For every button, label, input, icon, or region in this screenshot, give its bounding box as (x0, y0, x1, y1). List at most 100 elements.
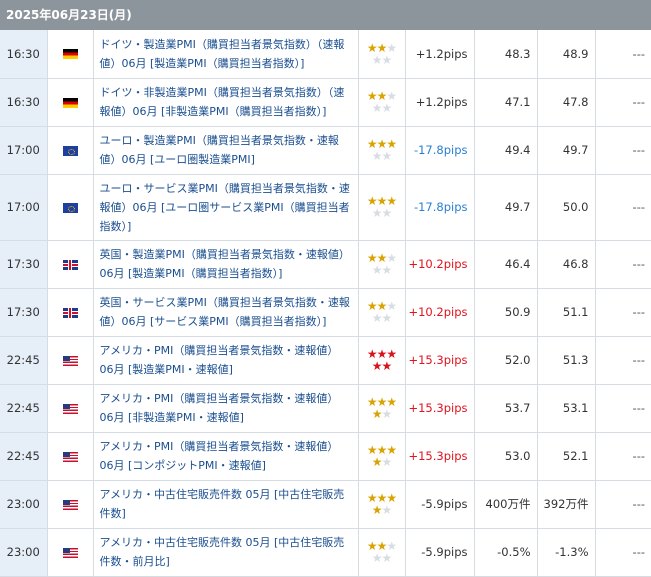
star-icon: ★★ (371, 52, 392, 67)
pips-change: -17.8pips (405, 126, 475, 175)
table-row: 22:45 アメリカ・PMI（購買担当者景気指数・速報値）06月 [非製造業PMI… (0, 384, 651, 433)
star-icon: ★ (371, 503, 383, 517)
eu-flag-icon (62, 202, 78, 213)
event-time: 17:30 (0, 240, 48, 289)
star-icon: ★★ (371, 206, 392, 220)
previous-value: 53.0 (474, 432, 538, 481)
previous-value: 49.4 (474, 126, 538, 175)
previous-value: 400万件 (474, 480, 538, 529)
actual-value: --- (595, 336, 651, 385)
forecast-value: 47.8 (537, 78, 596, 127)
forecast-value: 50.0 (537, 174, 596, 241)
forecast-value: 48.9 (537, 30, 596, 79)
importance-stars: ★★★ ★★ (358, 30, 406, 79)
event-link[interactable]: ユーロ・サービス業PMI（購買担当者景気指数・速報値）06月 [ユーロ圏サービス… (100, 182, 350, 233)
pips-change: +15.3pips (405, 384, 475, 433)
forecast-value: 46.8 (537, 240, 596, 289)
forecast-value: -1.3% (537, 528, 596, 577)
eu-flag-icon (62, 145, 78, 156)
forecast-value: 49.7 (537, 126, 596, 175)
star-icon: ★ (371, 455, 383, 469)
table-row: 22:45 アメリカ・PMI（購買担当者景気指数・速報値）06月 [コンポジットP… (0, 432, 651, 481)
previous-value: 53.7 (474, 384, 538, 433)
previous-value: 48.3 (474, 30, 538, 79)
event-time: 23:00 (0, 480, 48, 529)
pips-change: +15.3pips (405, 432, 475, 481)
pips-change: +1.2pips (405, 78, 475, 127)
forecast-value: 51.3 (537, 336, 596, 385)
table-row: 23:00 アメリカ・中古住宅販売件数 05月 [中古住宅販売件数・前月比] ★★★… (0, 528, 651, 577)
star-icon: ★★ (371, 551, 392, 565)
event-link[interactable]: ユーロ・製造業PMI（購買担当者景気指数・速報値）06月 [ユーロ圏製造業PMI… (100, 134, 339, 166)
event-time: 22:45 (0, 432, 48, 481)
importance-stars: ★★★ ★★ (358, 126, 406, 175)
table-row: 22:45 アメリカ・PMI（購買担当者景気指数・速報値）06月 [製造業PMI・… (0, 336, 651, 385)
star-icon: ★★ (371, 101, 392, 115)
table-row: 17:30 英国・製造業PMI（購買担当者景気指数・速報値）06月 [製造業PMI… (0, 240, 651, 289)
us-flag-icon (62, 403, 78, 414)
previous-value: 47.1 (474, 78, 538, 127)
actual-value: --- (595, 288, 651, 337)
economic-calendar-table: 16:30 ドイツ・製造業PMI（購買担当者景気指数）（速報値）06月 [製造業P… (0, 30, 651, 577)
previous-value: -0.5% (474, 528, 538, 577)
table-row: 16:30 ドイツ・非製造業PMI（購買担当者景気指数）（速報値）06月 [非製造… (0, 78, 651, 127)
event-time: 22:45 (0, 336, 48, 385)
actual-value: --- (595, 126, 651, 175)
actual-value: --- (595, 240, 651, 289)
event-link[interactable]: アメリカ・中古住宅販売件数 05月 [中古住宅販売件数] (100, 488, 345, 520)
event-time: 16:30 (0, 78, 48, 127)
star-icon: ★ (371, 407, 383, 421)
star-icon: ★★ (371, 149, 392, 163)
actual-value: --- (595, 30, 651, 79)
event-link[interactable]: アメリカ・PMI（購買担当者景気指数・速報値）06月 [非製造業PMI・速報値] (100, 392, 339, 424)
star-icon: ★★ (371, 311, 392, 325)
event-time: 16:30 (0, 30, 48, 79)
previous-value: 50.9 (474, 288, 538, 337)
pips-change: +15.3pips (405, 336, 475, 385)
actual-value: --- (595, 174, 651, 241)
previous-value: 52.0 (474, 336, 538, 385)
event-link[interactable]: アメリカ・PMI（購買担当者景気指数・速報値）06月 [コンポジットPMI・速報… (100, 440, 339, 472)
event-time: 17:00 (0, 174, 48, 241)
previous-value: 49.7 (474, 174, 538, 241)
event-time: 23:00 (0, 528, 48, 577)
table-row: 23:00 アメリカ・中古住宅販売件数 05月 [中古住宅販売件数] ★★★ ★★ -5… (0, 480, 651, 529)
forecast-value: 53.1 (537, 384, 596, 433)
importance-stars: ★★★ ★★ (358, 528, 406, 577)
importance-stars: ★★★ ★★ (358, 240, 406, 289)
uk-flag-icon (62, 307, 78, 318)
actual-value: --- (595, 432, 651, 481)
event-link[interactable]: ドイツ・非製造業PMI（購買担当者景気指数）（速報値）06月 [非製造業PMI（… (100, 86, 345, 118)
table-row: 17:00 ユーロ・製造業PMI（購買担当者景気指数・速報値）06月 [ユーロ圏製… (0, 126, 651, 175)
importance-stars: ★★★ ★★ (358, 288, 406, 337)
event-link[interactable]: 英国・サービス業PMI（購買担当者景気指数・速報値）06月 [サービス業PMI（… (100, 296, 350, 328)
importance-stars: ★★★ ★★ (358, 480, 406, 529)
date-header: 2025年06月23日(月) (0, 0, 651, 30)
pips-change: +10.2pips (405, 240, 475, 289)
event-link[interactable]: ドイツ・製造業PMI（購買担当者景気指数）（速報値）06月 [製造業PMI（購買… (100, 38, 345, 70)
event-link[interactable]: アメリカ・PMI（購買担当者景気指数・速報値）06月 [製造業PMI・速報値] (100, 344, 339, 376)
us-flag-icon (62, 547, 78, 558)
us-flag-icon (62, 499, 78, 510)
importance-stars: ★★★ ★★ (358, 78, 406, 127)
us-flag-icon (62, 355, 78, 366)
actual-value: --- (595, 384, 651, 433)
star-icon: ★ (381, 503, 393, 517)
actual-value: --- (595, 528, 651, 577)
pips-change: +1.2pips (405, 30, 475, 79)
pips-change: -17.8pips (405, 174, 475, 241)
event-link[interactable]: 英国・製造業PMI（購買担当者景気指数・速報値）06月 [製造業PMI（購買担当… (100, 248, 350, 280)
actual-value: --- (595, 78, 651, 127)
actual-value: --- (595, 480, 651, 529)
pips-change: -5.9pips (405, 480, 475, 529)
germany-flag-icon (62, 49, 78, 60)
star-icon: ★★ (371, 359, 392, 373)
us-flag-icon (62, 451, 78, 462)
importance-stars: ★★★ ★★ (358, 384, 406, 433)
pips-change: +10.2pips (405, 288, 475, 337)
previous-value: 46.4 (474, 240, 538, 289)
forecast-value: 51.1 (537, 288, 596, 337)
importance-stars: ★★★ ★★ (358, 336, 406, 385)
event-link[interactable]: アメリカ・中古住宅販売件数 05月 [中古住宅販売件数・前月比] (100, 536, 345, 568)
table-row: 16:30 ドイツ・製造業PMI（購買担当者景気指数）（速報値）06月 [製造業P… (0, 30, 651, 79)
